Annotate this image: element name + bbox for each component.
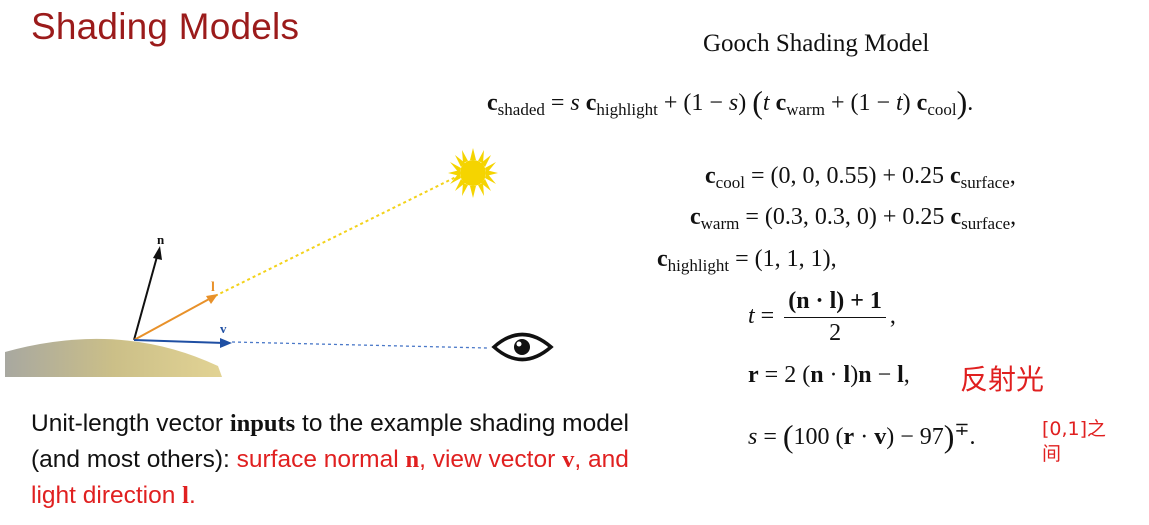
view-vector <box>133 339 225 344</box>
equation-t: t = (n · l) + 12, <box>748 288 896 347</box>
equation-shaded: cshaded = s chighlight + (1 − s) (t cwar… <box>487 84 974 120</box>
caption-n: n <box>405 446 420 473</box>
slide-title: Shading Models <box>31 6 300 47</box>
vector-caption: Unit-length vector inputs to the example… <box>31 406 651 514</box>
equation-r: r = 2 (n · l)n − l, <box>748 362 910 388</box>
range-note: [0,1]之间 <box>1042 417 1106 467</box>
caption-v: v <box>562 446 575 473</box>
range-note-line1: [0,1]之 <box>1042 418 1107 440</box>
eye-icon <box>491 332 554 362</box>
equation-highlight: chighlight = (1, 1, 1), <box>657 246 837 275</box>
caption-red1: surface normal <box>236 446 406 473</box>
surface-shape <box>5 338 222 377</box>
caption-part1: Unit-length vector <box>31 410 230 437</box>
equation-cool: ccool = (0, 0, 0.55) + 0.25 csurface, <box>705 163 1016 192</box>
shading-vectors-figure: n l v <box>5 148 554 377</box>
gooch-model-title: Gooch Shading Model <box>703 30 930 57</box>
normal-vector <box>133 252 159 341</box>
equation-s: s = (100 (r · v) − 97)∓. <box>748 418 976 454</box>
caption-red2: , view vector <box>419 446 563 473</box>
caption-l: l <box>182 482 189 509</box>
reflection-note: 反射光 <box>960 363 1045 396</box>
sun-icon <box>448 148 498 198</box>
light-ray-dashed <box>214 173 463 297</box>
range-note-line2: 间 <box>1042 443 1062 465</box>
light-label: l <box>211 280 215 295</box>
view-label: v <box>220 321 227 336</box>
equation-warm: cwarm = (0.3, 0.3, 0) + 0.25 csurface, <box>690 204 1017 233</box>
caption-inputs: inputs <box>229 410 296 437</box>
t-fraction: (n · l) + 12 <box>784 288 886 347</box>
view-ray-dashed <box>231 341 488 349</box>
light-vector <box>133 297 212 341</box>
caption-red4: . <box>188 482 196 509</box>
normal-label: n <box>157 232 165 247</box>
